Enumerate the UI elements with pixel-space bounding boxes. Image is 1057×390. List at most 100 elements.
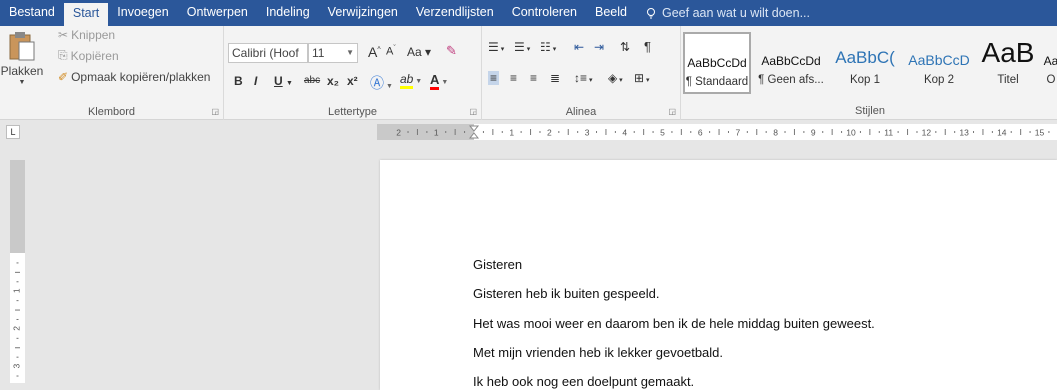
sort-icon[interactable]: ⇅ bbox=[620, 40, 630, 54]
document-paragraph[interactable]: Gisteren heb ik buiten gespeeld. bbox=[473, 286, 659, 301]
borders-icon[interactable]: ⊞ ▾ bbox=[634, 71, 650, 85]
document-paragraph[interactable]: Ik heb ook nog een doelpunt gemaakt. bbox=[473, 374, 694, 389]
ruler-tick bbox=[878, 131, 880, 133]
style-more[interactable]: Aa O bbox=[1041, 32, 1057, 94]
vertical-ruler[interactable]: 21123 bbox=[10, 160, 25, 386]
ruler-tick bbox=[991, 131, 993, 133]
text-effects-icon[interactable]: Ⓐ ▼ bbox=[370, 73, 393, 93]
tab-verwijzingen[interactable]: Verwijzingen bbox=[319, 0, 407, 26]
styles-gallery: AaBbCcDd ¶ Standaard AaBbCcDd ¶ Geen afs… bbox=[683, 28, 1057, 96]
grow-font-button[interactable]: A^ bbox=[368, 44, 381, 60]
font-color-icon[interactable]: A ▼ bbox=[430, 72, 448, 90]
style-preview: AaBbCcD bbox=[908, 52, 970, 68]
tab-invoegen[interactable]: Invoegen bbox=[108, 0, 177, 26]
ruler-tick-label: 3 bbox=[585, 128, 590, 138]
ruler-tick bbox=[492, 129, 494, 135]
font-name-combo[interactable]: Calibri (Hoof bbox=[228, 43, 308, 63]
bullets-icon[interactable]: ☰ ▾ bbox=[488, 40, 504, 54]
ruler-tick bbox=[16, 337, 19, 339]
ruler-tick bbox=[407, 131, 409, 133]
paste-button[interactable]: Plakken ▼ bbox=[1, 30, 43, 86]
style-standaard[interactable]: AaBbCcDd ¶ Standaard bbox=[683, 32, 751, 94]
increase-indent-icon[interactable]: ⇥ bbox=[594, 40, 604, 54]
ruler-tick bbox=[1020, 129, 1022, 135]
style-preview: AaB bbox=[981, 37, 1035, 68]
ruler-tick bbox=[841, 131, 843, 133]
style-geen-afstand[interactable]: AaBbCcDd ¶ Geen afs... bbox=[755, 32, 827, 94]
ruler-tick bbox=[501, 131, 503, 133]
clipboard-group: Plakken ▼ ✂ Knippen ⎘ Kopiëren ✐ Opmaak … bbox=[0, 26, 224, 120]
change-case-button[interactable]: Aa ▾ bbox=[407, 45, 431, 59]
ruler-tick bbox=[15, 347, 20, 349]
strikethrough-button[interactable]: abc bbox=[304, 75, 320, 86]
ruler-tick bbox=[539, 131, 541, 133]
ruler-tick-label: 13 bbox=[959, 128, 969, 138]
paragraph-launcher-icon[interactable]: ◲ bbox=[668, 107, 676, 116]
font-launcher-icon[interactable]: ◲ bbox=[469, 107, 477, 116]
justify-icon[interactable]: ≣ bbox=[550, 71, 560, 85]
line-spacing-icon[interactable]: ↕≡ ▾ bbox=[574, 71, 592, 85]
tab-bestand[interactable]: Bestand bbox=[0, 0, 64, 26]
tab-indeling[interactable]: Indeling bbox=[257, 0, 319, 26]
numbering-icon[interactable]: ☰ ▾ bbox=[514, 40, 530, 54]
multilevel-list-icon[interactable]: ☷ ▾ bbox=[540, 40, 556, 54]
ruler-tick-label: 6 bbox=[698, 128, 703, 138]
format-painter-label: Opmaak kopiëren/plakken bbox=[71, 70, 211, 84]
bold-button[interactable]: B bbox=[234, 74, 243, 88]
ruler-tick-label: 14 bbox=[997, 128, 1007, 138]
shading-icon[interactable]: ◈ ▾ bbox=[608, 71, 623, 85]
ruler-tick-label: 2 bbox=[547, 128, 552, 138]
styles-group-label: Stijlen bbox=[855, 105, 885, 117]
shrink-font-button[interactable]: Aˇ bbox=[386, 45, 396, 58]
style-kop-1[interactable]: AaBbC( Kop 1 bbox=[829, 32, 901, 94]
style-kop-2[interactable]: AaBbCcD Kop 2 bbox=[903, 32, 975, 94]
ruler-tick bbox=[16, 318, 19, 320]
cut-label: Knippen bbox=[71, 28, 116, 42]
copy-button[interactable]: ⎘ Kopiëren bbox=[58, 48, 119, 63]
show-formatting-icon[interactable]: ¶ bbox=[644, 39, 651, 54]
ruler-tick bbox=[671, 131, 673, 133]
document-paragraph[interactable]: Gisteren bbox=[473, 257, 522, 272]
ruler-tick bbox=[445, 131, 447, 133]
clipboard-launcher-icon[interactable]: ◲ bbox=[211, 107, 219, 116]
horizontal-ruler-ticks: 2 1 1 2 3 4 5 6 7 8 9 10 11 12 13 14 15 bbox=[396, 125, 1050, 139]
tab-ontwerpen[interactable]: Ontwerpen bbox=[178, 0, 257, 26]
tab-controleren[interactable]: Controleren bbox=[503, 0, 586, 26]
superscript-button[interactable]: x² bbox=[347, 74, 358, 88]
horizontal-ruler[interactable]: 2 1 1 2 3 4 5 6 7 8 9 10 11 12 13 14 15 bbox=[377, 124, 1057, 140]
ruler-tick bbox=[614, 131, 616, 133]
format-painter-button[interactable]: ✐ Opmaak kopiëren/plakken bbox=[58, 70, 210, 84]
tab-beeld[interactable]: Beeld bbox=[586, 0, 636, 26]
underline-button[interactable]: U ▼ bbox=[274, 74, 293, 88]
font-size-combo[interactable]: 11 ▼ bbox=[308, 43, 358, 63]
align-center-icon[interactable]: ≡ bbox=[510, 71, 517, 85]
scissors-icon: ✂ bbox=[58, 28, 69, 42]
ruler-tick bbox=[16, 300, 19, 302]
ruler-tick bbox=[454, 129, 456, 135]
tab-verzendlijsten[interactable]: Verzendlijsten bbox=[407, 0, 503, 26]
ruler-tick bbox=[596, 131, 598, 133]
subscript-button[interactable]: x₂ bbox=[327, 74, 339, 88]
ruler-tick-label: 3 bbox=[12, 363, 22, 368]
tab-selector[interactable]: L bbox=[6, 125, 20, 139]
tab-start[interactable]: Start bbox=[63, 3, 109, 26]
cut-button[interactable]: ✂ Knippen bbox=[58, 28, 115, 42]
document-page[interactable]: Gisteren Gisteren heb ik buiten gespeeld… bbox=[380, 160, 1057, 390]
ruler-tick bbox=[935, 131, 937, 133]
ruler-tick bbox=[803, 131, 805, 133]
style-name: Kop 1 bbox=[849, 74, 881, 86]
align-left-icon[interactable]: ≡ bbox=[488, 71, 500, 85]
ruler-tick bbox=[784, 131, 786, 133]
style-titel[interactable]: AaB Titel bbox=[977, 32, 1039, 94]
paintbrush-icon: ✐ bbox=[58, 70, 69, 84]
clear-formatting-button[interactable]: ✎ bbox=[446, 43, 457, 59]
ruler-tick bbox=[822, 131, 824, 133]
align-right-icon[interactable]: ≡ bbox=[530, 71, 537, 85]
highlight-color-icon[interactable]: ab ▼ bbox=[400, 72, 422, 89]
ruler-row: L 2 1 1 2 3 4 5 6 7 8 9 10 11 12 13 14 15 bbox=[0, 121, 1057, 143]
document-paragraph[interactable]: Het was mooi weer en daarom ben ik de he… bbox=[473, 316, 875, 331]
italic-button[interactable]: I bbox=[254, 74, 257, 88]
decrease-indent-icon[interactable]: ⇤ bbox=[574, 40, 584, 54]
document-paragraph[interactable]: Met mijn vrienden heb ik lekker gevoetba… bbox=[473, 345, 723, 360]
tell-me-box[interactable]: Geef aan wat u wilt doen... bbox=[636, 0, 819, 26]
